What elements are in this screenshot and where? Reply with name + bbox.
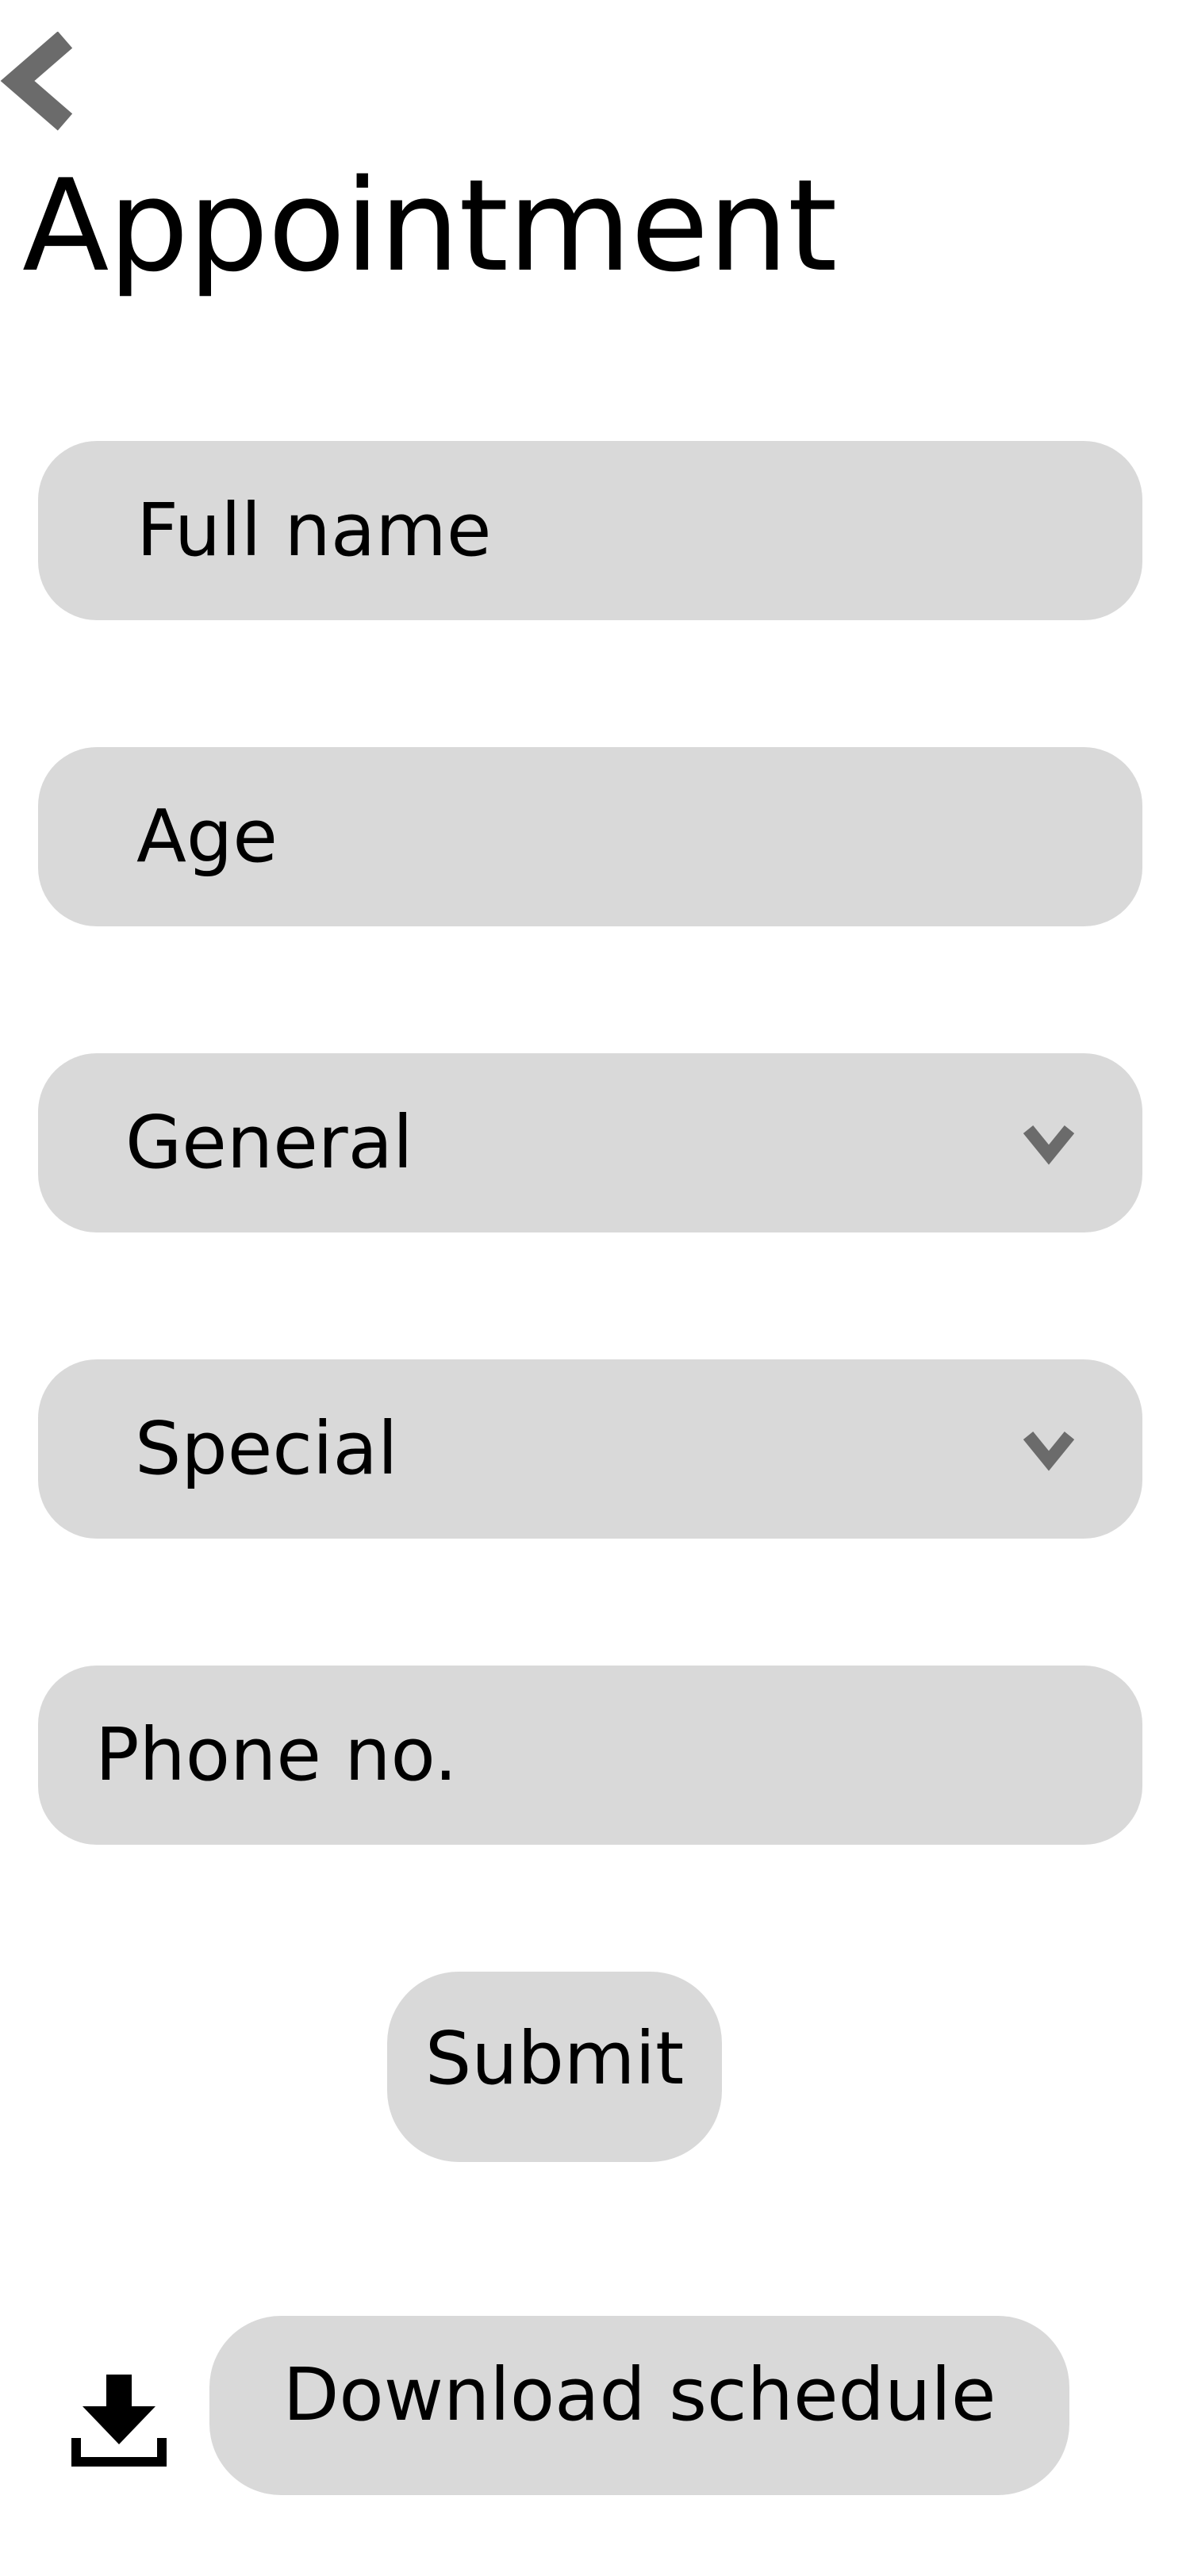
submit-button[interactable]: Submit xyxy=(387,1972,722,2162)
age-placeholder: Age xyxy=(136,794,278,879)
download-schedule-label: Download schedule xyxy=(282,2352,996,2437)
phone-field[interactable]: Phone no. xyxy=(38,1666,1142,1845)
age-field[interactable]: Age xyxy=(38,747,1142,926)
general-select-value: General xyxy=(125,1100,413,1185)
chevron-down-icon xyxy=(1023,1123,1074,1167)
submit-label: Submit xyxy=(424,2016,685,2101)
page-title: Appointment xyxy=(22,151,837,300)
phone-placeholder: Phone no. xyxy=(95,1712,458,1797)
download-icon[interactable] xyxy=(71,2371,167,2468)
chevron-down-icon xyxy=(1023,1429,1074,1474)
chevron-left-icon xyxy=(0,32,79,131)
full-name-field[interactable]: Full name xyxy=(38,441,1142,620)
full-name-placeholder: Full name xyxy=(136,488,492,573)
special-select[interactable]: Special xyxy=(38,1359,1142,1539)
general-select[interactable]: General xyxy=(38,1053,1142,1232)
download-schedule-button[interactable]: Download schedule xyxy=(209,2316,1069,2495)
special-select-value: Special xyxy=(135,1406,398,1491)
back-button[interactable] xyxy=(0,32,79,131)
